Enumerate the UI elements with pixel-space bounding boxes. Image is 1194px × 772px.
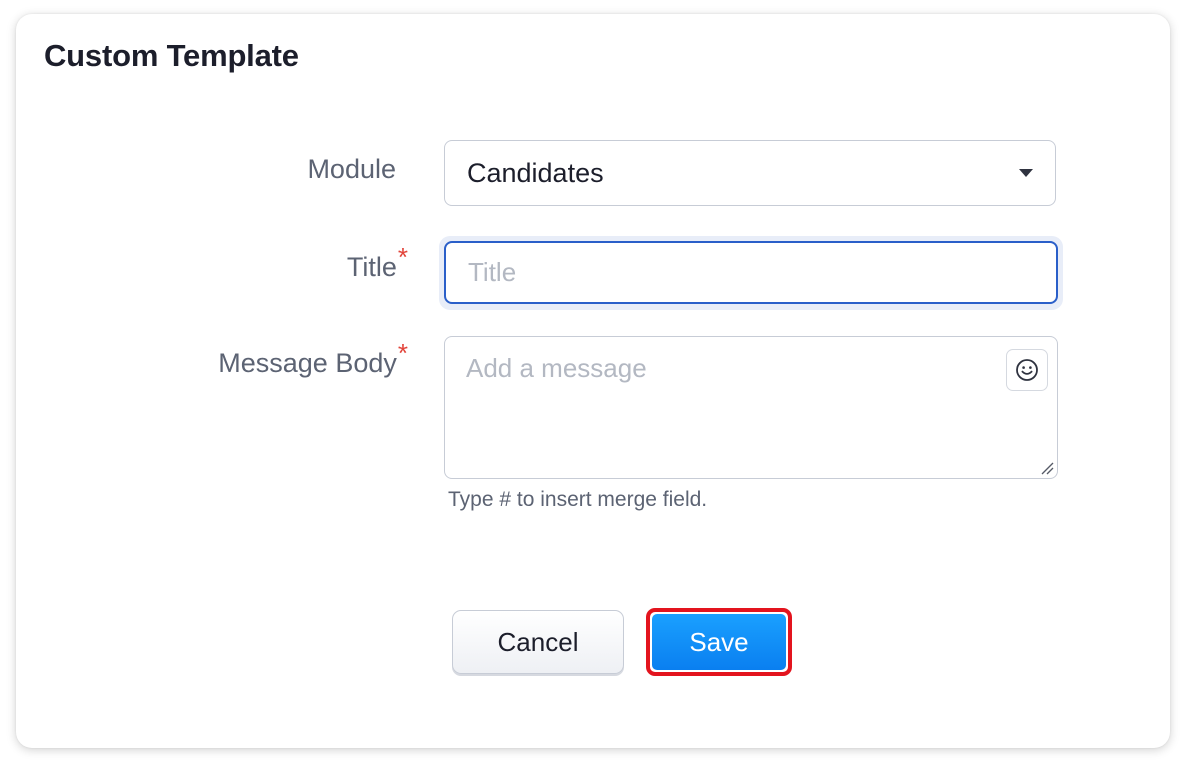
message-body-container	[444, 336, 1058, 479]
module-select-value: Candidates	[467, 157, 604, 188]
cancel-button[interactable]: Cancel	[452, 610, 624, 674]
title-input[interactable]	[444, 241, 1058, 304]
title-label-text: Title	[346, 252, 397, 282]
message-body-label-text: Message Body	[218, 348, 397, 378]
resize-handle-icon[interactable]	[1040, 461, 1054, 475]
module-label: Module	[307, 154, 396, 185]
chevron-down-icon	[1019, 169, 1033, 177]
merge-field-hint: Type # to insert merge field.	[448, 488, 708, 511]
smiley-icon	[1016, 359, 1038, 381]
message-body-textarea[interactable]	[445, 337, 1057, 478]
custom-template-dialog: Custom Template Module Candidates Title*…	[16, 14, 1170, 748]
emoji-button[interactable]	[1006, 349, 1048, 391]
save-button[interactable]: Save	[652, 614, 786, 670]
module-label-text: Module	[307, 154, 396, 184]
required-indicator: *	[397, 338, 408, 368]
module-select[interactable]: Candidates	[444, 140, 1056, 206]
required-indicator: *	[397, 242, 408, 272]
dialog-title: Custom Template	[44, 38, 299, 73]
message-body-label: Message Body*	[218, 338, 408, 379]
title-label: Title*	[346, 242, 408, 283]
